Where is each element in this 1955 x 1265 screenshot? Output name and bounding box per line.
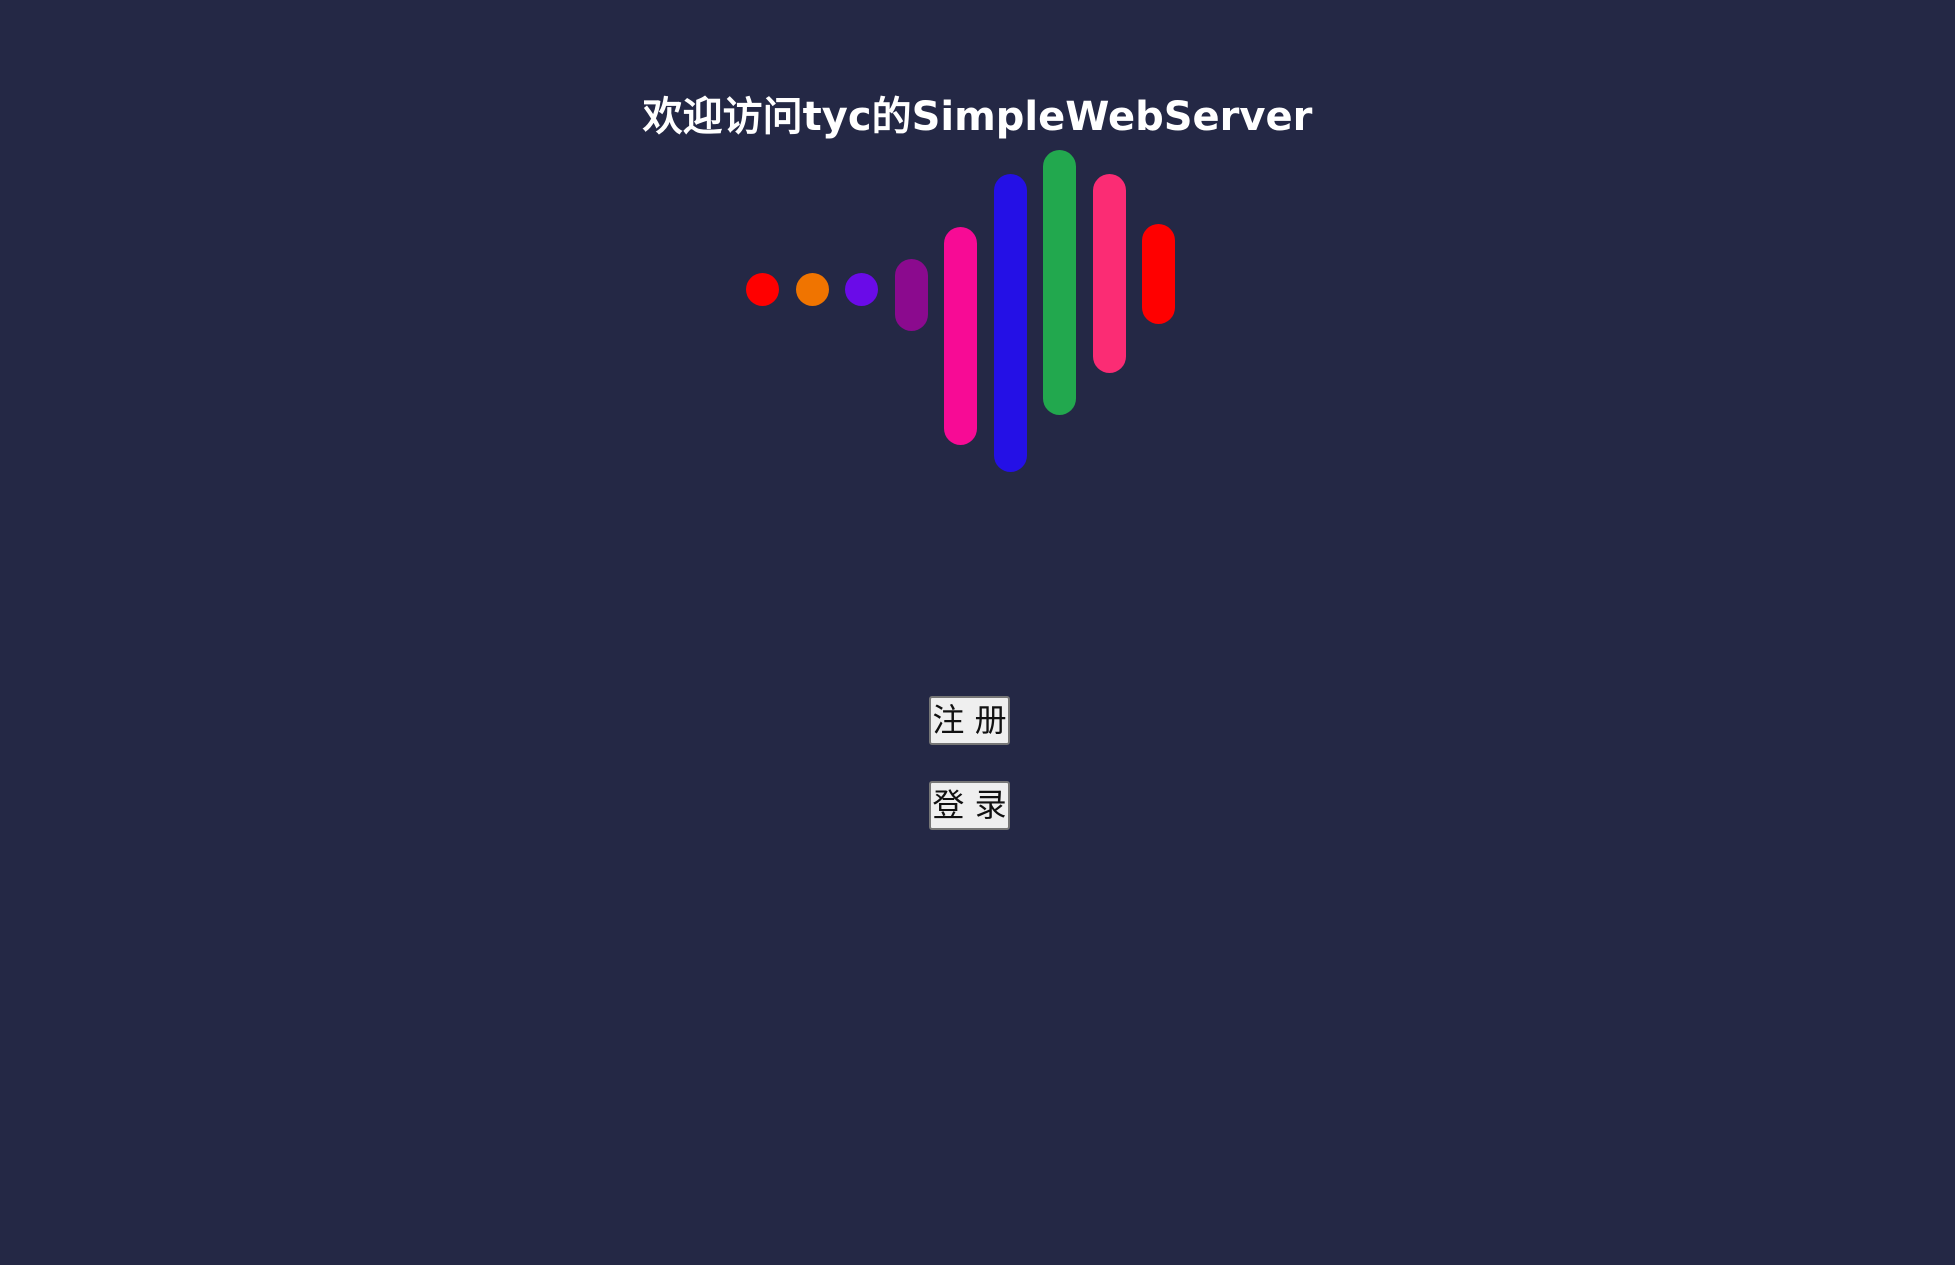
- login-button[interactable]: 登 录: [929, 781, 1010, 830]
- bar-7: [1043, 150, 1076, 415]
- register-button[interactable]: 注 册: [929, 696, 1010, 745]
- bar-5: [944, 227, 977, 445]
- bar-2: [796, 273, 829, 306]
- bar-4: [895, 259, 928, 331]
- loading-animation: [0, 0, 1955, 600]
- bar-9: [1142, 224, 1175, 324]
- bar-3: [845, 273, 878, 306]
- bar-1: [746, 273, 779, 306]
- bar-8: [1093, 174, 1126, 373]
- bar-6: [994, 174, 1027, 472]
